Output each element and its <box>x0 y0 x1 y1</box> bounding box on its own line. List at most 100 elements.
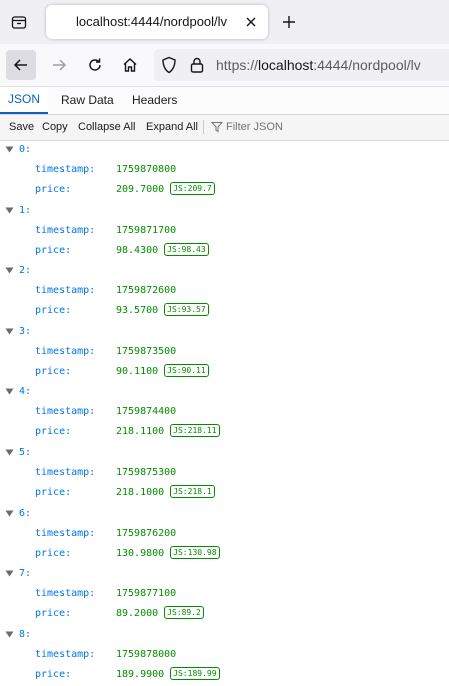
tab-close-button[interactable] <box>240 11 262 33</box>
price-value-cell: 93.5700 JS:93.57 <box>116 302 209 320</box>
price-value: 98.4300 <box>116 244 159 256</box>
timestamp-value: 1759878000 <box>116 648 177 660</box>
save-button[interactable]: Save <box>9 115 34 139</box>
arrow-right-icon <box>53 59 67 71</box>
reload-button[interactable] <box>80 50 110 80</box>
navigation-toolbar: https://localhost:4444/nordpool/lv <box>0 44 449 87</box>
timestamp-value: 1759875300 <box>116 466 177 478</box>
browser-tab[interactable]: localhost:4444/nordpool/lv <box>46 5 268 39</box>
timestamp-value: 1759873500 <box>116 345 177 357</box>
price-value-cell: 98.4300 JS:98.43 <box>116 242 209 260</box>
array-index: 6: <box>19 507 32 519</box>
timestamp-key: timestamp: <box>35 588 96 600</box>
price-value: 130.9800 <box>116 547 165 559</box>
timestamp-key: timestamp: <box>35 345 96 357</box>
filter-icon <box>211 122 223 133</box>
tab-strip: localhost:4444/nordpool/lv <box>0 0 449 44</box>
expand-triangle-icon[interactable] <box>5 449 14 456</box>
url-bar[interactable]: https://localhost:4444/nordpool/lv <box>154 49 449 81</box>
price-key: price: <box>35 426 72 438</box>
price-key: price: <box>35 305 72 317</box>
arrow-left-icon <box>13 59 27 71</box>
url-host: localhost <box>258 57 314 73</box>
timestamp-key: timestamp: <box>35 224 96 236</box>
expand-all-button[interactable]: Expand All <box>146 115 198 139</box>
lock-icon <box>190 57 204 73</box>
price-key: price: <box>35 608 72 620</box>
timestamp-value: 1759876200 <box>116 527 177 539</box>
js-number-badge: JS:209.7 <box>170 182 215 195</box>
js-number-badge: JS:93.57 <box>164 303 209 317</box>
price-key: price: <box>35 184 72 195</box>
timestamp-key: timestamp: <box>35 406 96 418</box>
expand-triangle-icon[interactable] <box>5 570 14 577</box>
expand-triangle-icon[interactable] <box>5 207 14 214</box>
js-number-badge: JS:89.2 <box>164 606 204 620</box>
expand-triangle-icon[interactable] <box>5 328 14 335</box>
json-array-item: 7: timestamp: 1759877100 price: 89.2000 J… <box>0 565 449 626</box>
json-array-item: 1: timestamp: 1759871700 price: 98.4300 J… <box>0 202 449 263</box>
array-index: 8: <box>19 628 32 640</box>
price-value: 93.5700 <box>116 305 159 317</box>
price-value: 89.2000 <box>116 608 159 620</box>
js-number-badge: JS:189.99 <box>170 666 220 680</box>
array-index: 1: <box>19 204 32 216</box>
url-text: https://localhost:4444/nordpool/lv <box>216 57 421 73</box>
array-index: 5: <box>19 446 32 458</box>
array-index: 0: <box>19 144 32 155</box>
expand-triangle-icon[interactable] <box>5 146 14 153</box>
price-key: price: <box>35 365 72 377</box>
json-array-item: 2: timestamp: 1759872600 price: 93.5700 J… <box>0 262 449 323</box>
tab-raw-data[interactable]: Raw Data <box>61 87 114 113</box>
price-value-cell: 130.9800 JS:130.98 <box>116 545 220 563</box>
price-value-cell: 209.7000 JS:209.7 <box>116 181 215 199</box>
url-scheme: https:// <box>216 57 259 73</box>
home-button[interactable] <box>115 50 145 80</box>
js-number-badge: JS:218.1 <box>170 484 215 498</box>
expand-triangle-icon[interactable] <box>5 510 14 517</box>
price-value: 218.1000 <box>116 486 165 498</box>
timestamp-value: 1759874400 <box>116 406 177 418</box>
timestamp-key: timestamp: <box>35 527 96 539</box>
price-value-cell: 189.9900 JS:189.99 <box>116 666 220 684</box>
array-index: 4: <box>19 386 32 398</box>
js-number-badge: JS:90.11 <box>164 363 209 377</box>
shield-icon <box>162 56 176 74</box>
copy-button[interactable]: Copy <box>42 115 68 139</box>
json-array-item: 4: timestamp: 1759874400 price: 218.1100… <box>0 383 449 444</box>
collapse-all-button[interactable]: Collapse All <box>78 115 135 139</box>
timestamp-value: 1759871700 <box>116 224 177 236</box>
expand-triangle-icon[interactable] <box>5 631 14 638</box>
price-value: 189.9900 <box>116 668 165 680</box>
reload-icon <box>89 58 101 71</box>
forward-button[interactable] <box>44 50 74 80</box>
json-toolbar: Save Copy Collapse All Expand All <box>0 115 449 141</box>
list-all-tabs-button[interactable] <box>6 9 32 35</box>
timestamp-key: timestamp: <box>35 164 96 175</box>
price-value: 90.1100 <box>116 365 159 377</box>
expand-triangle-icon[interactable] <box>5 267 14 274</box>
price-value-cell: 90.1100 JS:90.11 <box>116 363 209 381</box>
tracking-protection-button[interactable] <box>160 56 178 79</box>
json-array-item: 0: timestamp: 1759870800 price: 209.7000… <box>0 141 449 202</box>
tab-list-icon <box>11 16 27 29</box>
timestamp-value: 1759877100 <box>116 588 177 600</box>
tab-headers[interactable]: Headers <box>132 87 177 113</box>
price-value-cell: 218.1000 JS:218.1 <box>116 484 215 502</box>
json-array-item: 3: timestamp: 1759873500 price: 90.1100 J… <box>0 323 449 384</box>
json-viewer-tabs: JSON Raw Data Headers <box>0 87 449 115</box>
json-array-item: 6: timestamp: 1759876200 price: 130.9800… <box>0 505 449 566</box>
site-info-button[interactable] <box>188 56 206 79</box>
filter-json-input[interactable] <box>226 119 426 135</box>
expand-triangle-icon[interactable] <box>5 388 14 395</box>
price-value-cell: 218.1100 JS:218.11 <box>116 423 220 441</box>
price-value-cell: 89.2000 JS:89.2 <box>116 605 204 623</box>
back-button[interactable] <box>6 50 36 80</box>
toolbar-divider <box>203 120 204 134</box>
tab-json[interactable]: JSON <box>0 87 48 114</box>
price-value: 209.7000 <box>116 184 165 195</box>
js-number-badge: JS:130.98 <box>170 545 220 559</box>
timestamp-value: 1759872600 <box>116 285 177 297</box>
new-tab-button[interactable] <box>278 11 300 33</box>
price-key: price: <box>35 668 72 680</box>
